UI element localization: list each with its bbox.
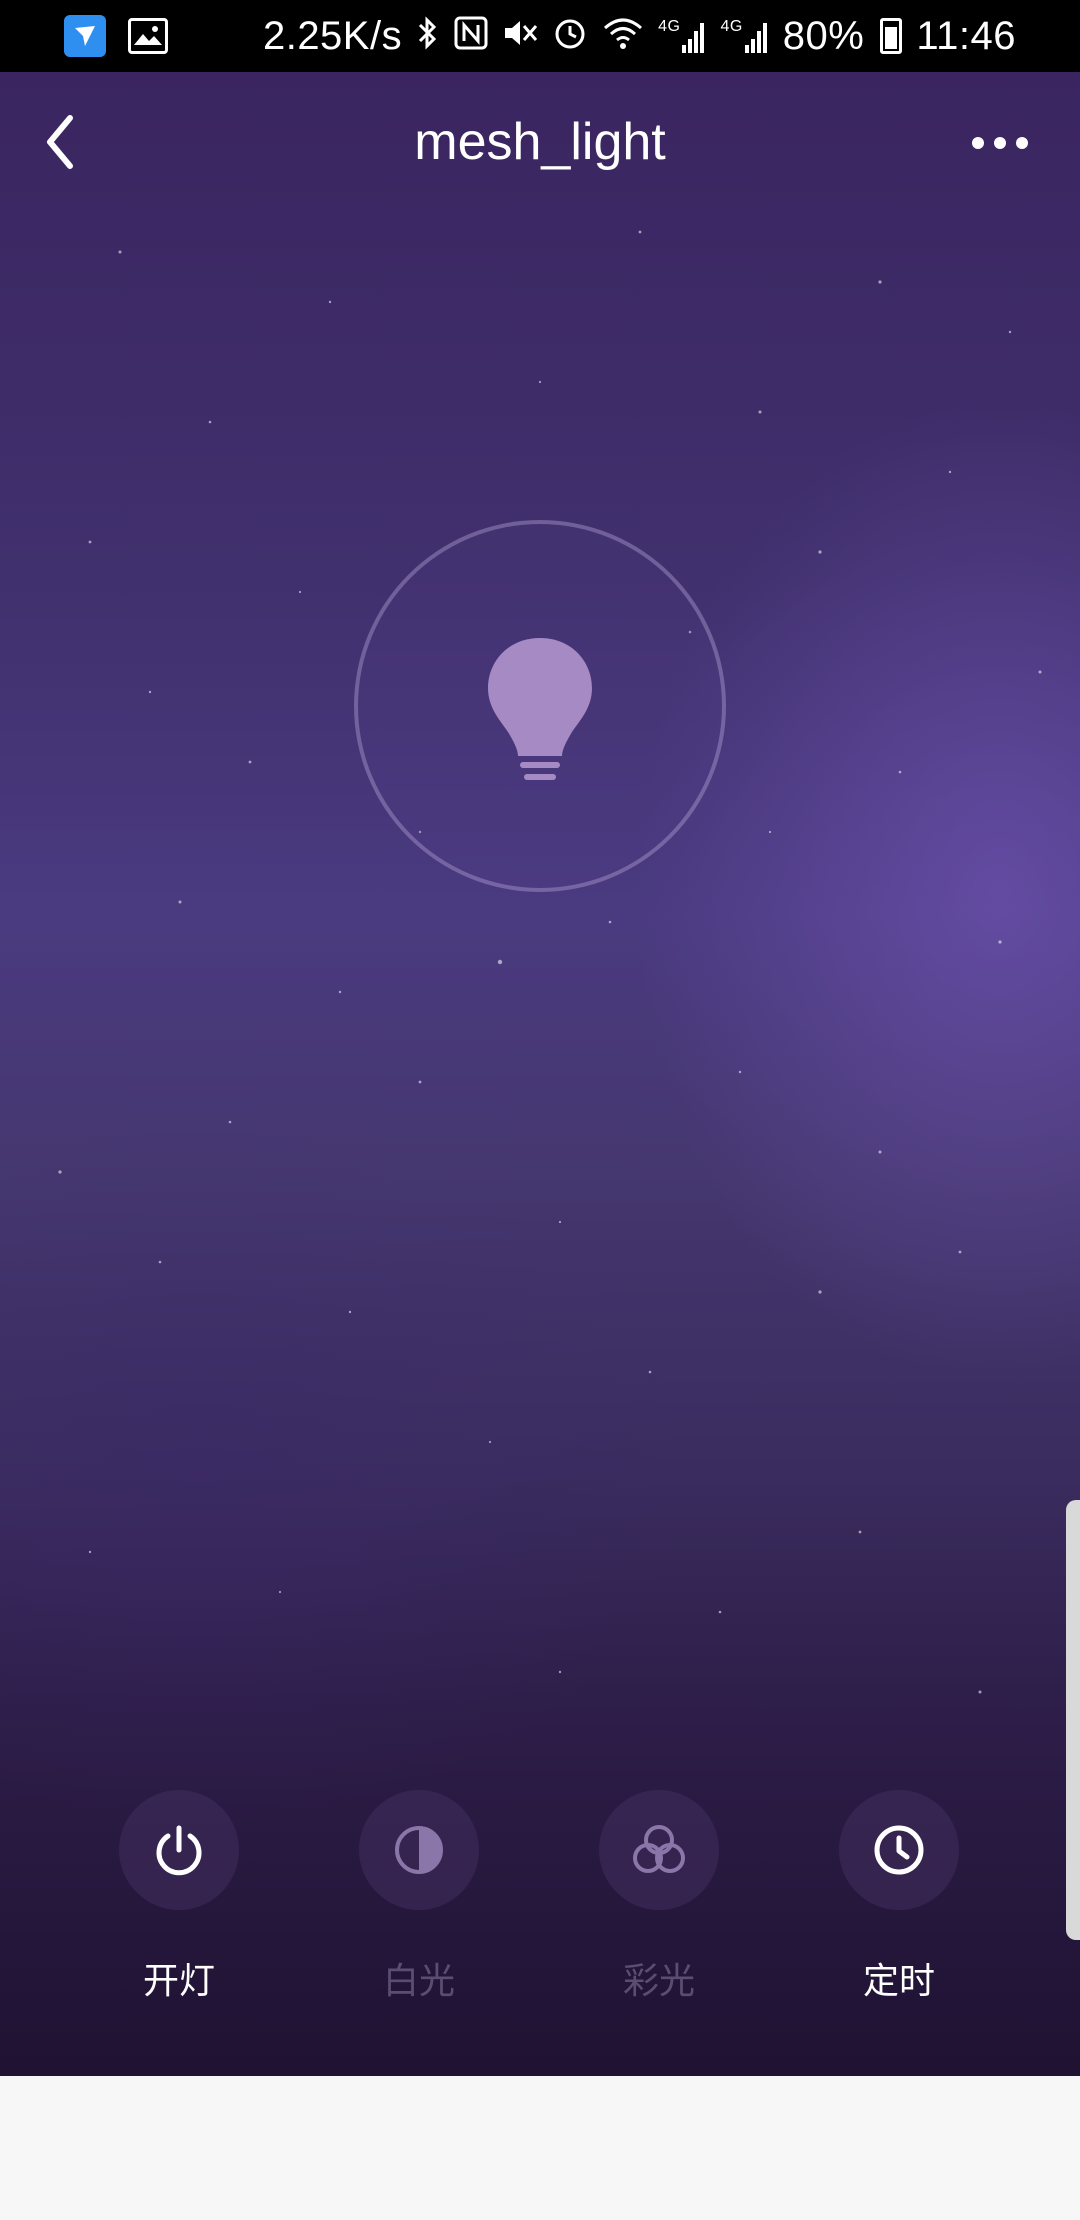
status-bar: 2.25K/s 4G 4G 80% 11:46 <box>0 0 1080 72</box>
signal-icon: 4G <box>658 19 706 53</box>
app-icon <box>64 15 106 57</box>
more-dots-icon <box>972 137 984 149</box>
color-light-label: 彩光 <box>622 1961 695 2002</box>
color-light-button[interactable]: 彩光 <box>584 1790 734 2004</box>
gallery-icon <box>128 18 168 54</box>
clock-icon <box>874 1825 924 1875</box>
nav-bar: mesh_light <box>0 72 1080 212</box>
more-dots-icon <box>994 137 1006 149</box>
timer-button[interactable]: 定时 <box>824 1790 974 2004</box>
power-button-circle <box>119 1790 239 1910</box>
battery-icon <box>880 18 903 54</box>
wifi-icon <box>602 16 644 56</box>
clock-time: 11:46 <box>916 13 1016 58</box>
status-left <box>64 15 168 57</box>
device-screen: mesh_light 开灯 白光 彩光 定时 <box>0 72 1080 2076</box>
signal-icon-2: 4G <box>720 19 768 53</box>
power-icon <box>156 1825 202 1876</box>
half-circle-icon <box>395 1826 443 1874</box>
net-speed: 2.25K/s <box>262 13 403 58</box>
color-light-button-circle <box>599 1790 719 1910</box>
starfield-background <box>58 230 1042 1694</box>
lightbulb-icon <box>488 638 592 780</box>
white-light-button-circle <box>359 1790 479 1910</box>
more-dots-icon <box>1016 137 1028 149</box>
white-light-label: 白光 <box>382 1961 455 2002</box>
timer-button-circle <box>839 1790 959 1910</box>
white-light-button[interactable]: 白光 <box>344 1790 494 2004</box>
alarm-icon <box>552 15 588 57</box>
status-right: 2.25K/s 4G 4G 80% 11:46 <box>263 14 1016 59</box>
timer-label: 定时 <box>862 1961 935 2002</box>
more-button[interactable] <box>960 128 1040 158</box>
power-label: 开灯 <box>142 1961 215 2002</box>
nfc-icon <box>454 16 488 56</box>
signal-type-1: 4G <box>658 18 681 35</box>
battery-percent: 80% <box>782 13 865 58</box>
page-title: mesh_light <box>414 113 666 171</box>
bluetooth-icon <box>416 15 440 57</box>
mute-icon <box>502 16 538 56</box>
edge-panel-handle[interactable] <box>1066 1500 1080 1940</box>
color-circles-icon <box>633 1825 685 1873</box>
power-button[interactable]: 开灯 <box>104 1790 254 2004</box>
signal-type-2: 4G <box>720 18 743 35</box>
